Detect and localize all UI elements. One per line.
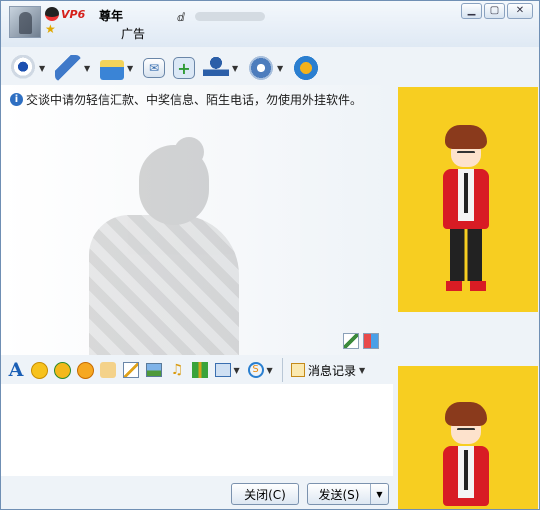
info-icon: i [10, 93, 23, 106]
title-bar[interactable]: ★ VP6 尊年 广告 ⅆ ▁ ▢ ✕ [1, 1, 539, 47]
my-show-avatar[interactable] [398, 366, 538, 509]
soso-button[interactable]: S ▼ [246, 360, 276, 380]
magic-emoji-button[interactable] [75, 360, 95, 380]
soso-icon: S [247, 362, 264, 378]
hand-icon [100, 362, 116, 378]
chevron-down-icon[interactable]: ▼ [267, 366, 275, 375]
security-notice: i 交谈中请勿轻信汇款、中奖信息、陌生电话，勿使用外挂软件。 [10, 91, 362, 108]
contact-signature: 广告 [121, 27, 146, 41]
settings-icon [248, 55, 274, 81]
message-history-area[interactable]: i 交谈中请勿轻信汇款、中奖信息、陌生电话，勿使用外挂软件。 [1, 85, 393, 355]
main-toolbar: ▼ ▼ ▼ ✉ + ▼ ▼ [7, 51, 322, 85]
webcam-icon [10, 55, 36, 81]
chevron-down-icon[interactable]: ▼ [234, 366, 242, 375]
pencil-icon [123, 362, 139, 378]
background-image [79, 137, 259, 355]
figure-hair [445, 125, 487, 149]
gift-icon [192, 362, 208, 378]
vip-emoji-icon [53, 361, 71, 379]
add-contact-button[interactable]: + [170, 53, 198, 83]
send-file-button[interactable]: ▼ [97, 53, 138, 83]
vip-emoji-button[interactable] [52, 360, 72, 380]
screenshot-icon [214, 363, 231, 377]
figure-tie [464, 450, 468, 490]
masked-contact-id: ⅆ [177, 9, 267, 24]
star-icon: ★ [45, 22, 56, 36]
send-options-dropdown[interactable]: ▼ [370, 484, 388, 504]
theme-icon[interactable] [363, 333, 379, 349]
contact-avatar[interactable] [9, 6, 41, 38]
figure-eyes [457, 428, 475, 431]
smiley-icon [30, 361, 48, 379]
vip-badge[interactable]: VP6 [61, 8, 85, 21]
maximize-button[interactable]: ▢ [484, 3, 505, 19]
group-icon [203, 55, 229, 81]
chevron-down-icon[interactable]: ▼ [127, 64, 135, 73]
video-call-button[interactable]: ▼ [7, 53, 50, 83]
figure-hair [445, 402, 487, 426]
image-icon [146, 363, 162, 377]
emoji-button[interactable] [29, 360, 49, 380]
figure-shoes [446, 281, 486, 291]
toolbar-divider [282, 358, 283, 382]
music-icon: ♫ [170, 362, 184, 378]
chevron-down-icon[interactable]: ▼ [277, 64, 285, 73]
chevron-down-icon[interactable]: ▼ [39, 64, 47, 73]
email-icon: ✉ [143, 58, 165, 78]
close-window-button[interactable]: ✕ [507, 3, 533, 19]
contact-show-avatar[interactable] [398, 87, 538, 312]
masked-prefix: ⅆ [177, 11, 185, 24]
microphone-icon [55, 55, 81, 81]
figure-pants [450, 229, 482, 281]
message-history-button[interactable]: 消息记录 ▼ [291, 362, 367, 379]
send-image-button[interactable] [144, 360, 164, 380]
chevron-down-icon[interactable]: ▼ [232, 64, 240, 73]
send-file-icon [100, 60, 124, 80]
magic-emoji-icon [76, 361, 94, 379]
background-figure-bun [174, 137, 204, 167]
contact-nickname: 尊年 [99, 9, 124, 23]
voice-call-button[interactable]: ▼ [52, 53, 95, 83]
gift-button[interactable] [190, 360, 210, 380]
screenshot-button[interactable]: ▼ [213, 360, 243, 380]
background-figure-body [89, 215, 239, 355]
message-history-label: 消息记录 [308, 363, 357, 378]
chevron-down-icon[interactable]: ▼ [359, 366, 367, 375]
history-icon [291, 363, 305, 377]
send-button-label: 发送(S) [318, 487, 360, 502]
redaction-blur [195, 12, 265, 21]
apps-button[interactable] [290, 53, 322, 83]
figure-tie [464, 173, 468, 213]
action-bar: 关闭(C) 发送(S) ▼ [1, 477, 393, 509]
figure-eyes [457, 151, 475, 154]
nudge-button[interactable] [98, 360, 118, 380]
add-contact-icon: + [173, 57, 195, 79]
music-button[interactable]: ♫ [167, 360, 187, 380]
format-toolbar: A ♫ ▼ S ▼ 消息记录 ▼ [1, 357, 393, 383]
minimize-button[interactable]: ▁ [461, 3, 482, 19]
chat-window: ★ VP6 尊年 广告 ⅆ ▁ ▢ ✕ ▼ ▼ ▼ ✉ + ▼ ▼ i 交谈中请… [0, 0, 540, 510]
chevron-down-icon[interactable]: ▼ [84, 64, 92, 73]
settings-button[interactable]: ▼ [245, 53, 288, 83]
message-input[interactable] [1, 384, 393, 476]
chat-view-tools [343, 333, 379, 349]
qq-penguin-icon [45, 7, 59, 21]
apps-icon [293, 55, 319, 81]
security-notice-text: 交谈中请勿轻信汇款、中奖信息、陌生电话，勿使用外挂软件。 [26, 93, 363, 107]
send-button[interactable]: 发送(S) ▼ [307, 483, 389, 505]
doodle-button[interactable] [121, 360, 141, 380]
group-button[interactable]: ▼ [200, 53, 243, 83]
close-button[interactable]: 关闭(C) [231, 483, 299, 505]
expand-icon[interactable] [343, 333, 359, 349]
send-email-button[interactable]: ✉ [140, 53, 168, 83]
font-button[interactable]: A [6, 359, 26, 381]
show-panel [393, 85, 539, 509]
window-controls: ▁ ▢ ✕ [461, 3, 533, 19]
